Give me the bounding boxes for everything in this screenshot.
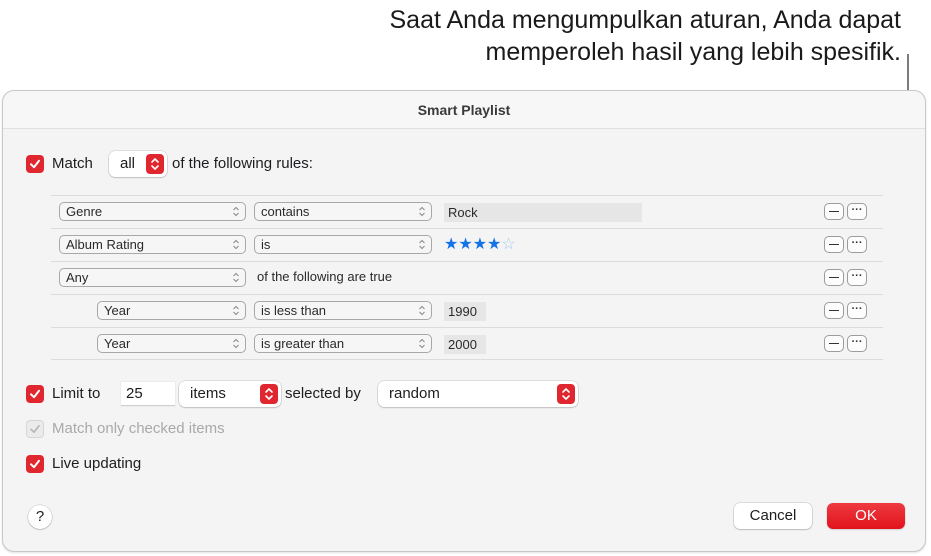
rule-operator-value: contains <box>261 204 310 219</box>
rule-row: Genre contains Rock ··· <box>51 195 883 228</box>
limit-unit-popup[interactable]: items <box>179 381 281 407</box>
updown-chevron-icon <box>233 305 239 316</box>
star-filled-icon[interactable]: ★ <box>458 236 472 253</box>
smart-playlist-dialog: Smart Playlist Match all of the followin… <box>2 90 926 552</box>
stepper-icon <box>260 384 278 404</box>
updown-chevron-icon <box>233 272 239 283</box>
callout-line-2: memperoleh hasil yang lebih spesifik. <box>485 38 902 66</box>
dialog-title: Smart Playlist <box>3 91 925 129</box>
remove-rule-button[interactable] <box>824 203 844 220</box>
match-mode-popup[interactable]: all <box>109 151 167 177</box>
nested-rule-row: Year is greater than 2000 ··· <box>51 327 883 360</box>
remove-rule-button[interactable] <box>824 335 844 352</box>
group-mode-value: Any <box>66 270 89 285</box>
rule-operator-select[interactable]: is less than <box>254 301 432 320</box>
remove-rule-button[interactable] <box>824 236 844 253</box>
ellipsis-icon: ··· <box>851 336 863 348</box>
rule-field-value: Year <box>104 303 131 318</box>
selected-by-label: selected by <box>285 385 361 402</box>
match-label: Match <box>52 155 93 172</box>
group-mode-select[interactable]: Any <box>59 268 246 287</box>
limit-checkbox[interactable] <box>26 385 44 403</box>
rule-field-value: Year <box>104 336 131 351</box>
ellipsis-icon: ··· <box>851 270 863 282</box>
rule-operator-value: is less than <box>261 303 327 318</box>
updown-chevron-icon <box>233 338 239 349</box>
add-nested-rule-button[interactable]: ··· <box>847 302 867 319</box>
live-updating-checkbox[interactable] <box>26 455 44 473</box>
ellipsis-icon: ··· <box>851 237 863 249</box>
match-checkbox[interactable] <box>26 155 44 173</box>
checkmark-icon <box>30 389 40 399</box>
remove-rule-button[interactable] <box>824 269 844 286</box>
help-button[interactable]: ? <box>28 505 52 529</box>
cancel-button[interactable]: Cancel <box>734 503 812 529</box>
live-updating-label: Live updating <box>52 455 142 472</box>
rules-list: Genre contains Rock ··· Album Rating is … <box>51 195 883 360</box>
checkmark-icon <box>30 159 40 169</box>
star-filled-icon[interactable]: ★ <box>444 236 458 253</box>
rule-field-select[interactable]: Year <box>97 301 246 320</box>
rule-field-select[interactable]: Album Rating <box>59 235 246 254</box>
minus-icon <box>829 243 839 246</box>
star-filled-icon[interactable]: ★ <box>487 236 501 253</box>
rule-operator-select[interactable]: is <box>254 235 432 254</box>
limit-label: Limit to <box>52 385 101 402</box>
updown-chevron-icon <box>419 305 425 316</box>
rule-operator-select[interactable]: contains <box>254 202 432 221</box>
minus-icon <box>829 342 839 345</box>
rule-field-select[interactable]: Genre <box>59 202 246 221</box>
ellipsis-icon: ··· <box>851 303 863 315</box>
checkmark-icon <box>30 459 40 469</box>
limit-count-input[interactable]: 25 <box>121 382 175 406</box>
rule-operator-value: is <box>261 237 271 252</box>
match-only-checked-label: Match only checked items <box>52 420 225 437</box>
ok-button[interactable]: OK <box>827 503 905 529</box>
selected-by-popup[interactable]: random <box>378 381 578 407</box>
checkmark-icon <box>30 425 40 433</box>
rule-value-field[interactable]: 2000 <box>444 335 486 354</box>
limit-unit-value: items <box>190 385 226 402</box>
callout-line-1: Saat Anda mengumpulkan aturan, Anda dapa… <box>389 6 902 34</box>
add-nested-rule-button[interactable]: ··· <box>847 236 867 253</box>
rule-operator-value: is greater than <box>261 336 345 351</box>
ellipsis-icon: ··· <box>851 204 863 216</box>
updown-chevron-icon <box>419 206 425 217</box>
star-rating[interactable]: ★★★★☆ <box>444 235 516 255</box>
nested-rule-row: Year is less than 1990 ··· <box>51 294 883 327</box>
updown-chevron-icon <box>233 206 239 217</box>
selected-by-value: random <box>389 385 440 402</box>
minus-icon <box>829 210 839 213</box>
add-nested-rule-button[interactable]: ··· <box>847 335 867 352</box>
group-description: of the following are true <box>257 269 393 284</box>
rule-value-field[interactable]: Rock <box>444 203 642 222</box>
match-mode-value: all <box>120 155 136 172</box>
rule-row: Album Rating is ★★★★☆ ··· <box>51 228 883 261</box>
rule-operator-select[interactable]: is greater than <box>254 334 432 353</box>
stepper-icon <box>146 154 164 174</box>
minus-icon <box>829 309 839 312</box>
updown-chevron-icon <box>419 338 425 349</box>
stepper-icon <box>557 384 575 404</box>
rule-field-select[interactable]: Year <box>97 334 246 353</box>
star-empty-icon[interactable]: ☆ <box>501 236 515 253</box>
updown-chevron-icon <box>233 239 239 250</box>
remove-rule-button[interactable] <box>824 302 844 319</box>
rule-field-value: Album Rating <box>66 237 145 252</box>
add-nested-rule-button[interactable]: ··· <box>847 203 867 220</box>
updown-chevron-icon <box>419 239 425 250</box>
minus-icon <box>829 276 839 279</box>
rule-value-field[interactable]: 1990 <box>444 302 486 321</box>
callout-text: Saat Anda mengumpulkan aturan, Anda dapa… <box>281 4 902 68</box>
match-only-checked-checkbox[interactable] <box>26 420 44 438</box>
rule-field-value: Genre <box>66 204 103 219</box>
match-suffix-label: of the following rules: <box>172 155 313 172</box>
star-filled-icon[interactable]: ★ <box>473 236 487 253</box>
rule-group-row: Any of the following are true ··· <box>51 261 883 294</box>
add-nested-rule-button[interactable]: ··· <box>847 269 867 286</box>
